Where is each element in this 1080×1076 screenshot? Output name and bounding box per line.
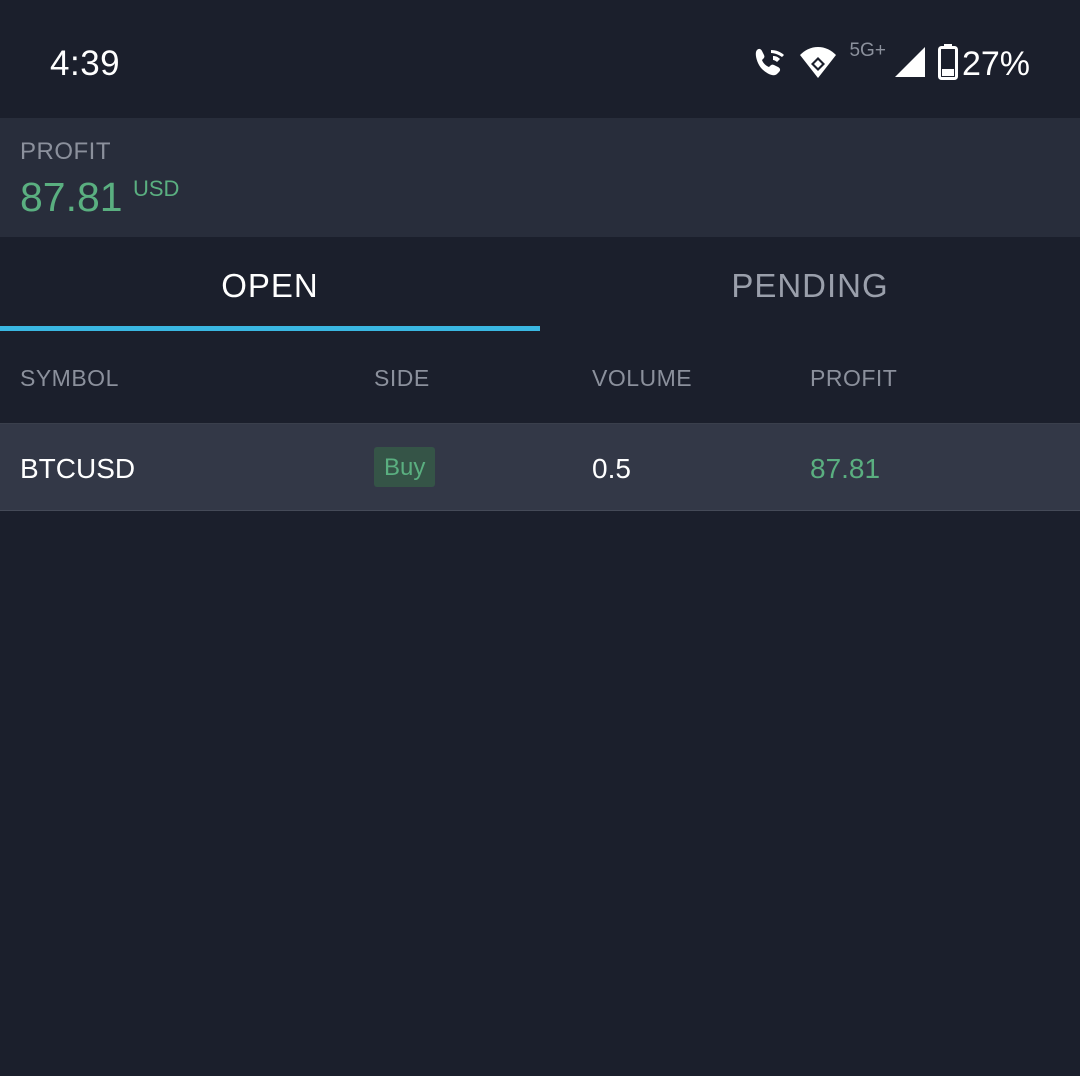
app-screen: 4:39 5G+ 27% PROFIT 87.81 USD OPEN PENDI…: [0, 0, 1080, 1076]
battery-icon: [937, 43, 958, 85]
summary-label: PROFIT: [20, 138, 111, 165]
row-profit: 87.81: [810, 453, 881, 484]
table-header: SYMBOL SIDE VOLUME PROFIT: [0, 333, 1080, 424]
summary-profit-value: 87.81: [20, 174, 123, 220]
battery-percent: 27%: [961, 44, 1030, 83]
cellular-signal-icon: [894, 46, 926, 83]
column-header-symbol: SYMBOL: [20, 365, 119, 391]
status-time: 4:39: [50, 44, 121, 83]
column-header-side: SIDE: [374, 365, 430, 391]
wifi-call-icon: [751, 44, 787, 85]
side-badge: Buy: [374, 447, 436, 487]
position-tabs: OPEN PENDING: [0, 237, 1080, 333]
row-symbol: BTCUSD: [20, 453, 136, 484]
status-icons: 5G+ 27%: [739, 40, 1030, 85]
column-header-volume: VOLUME: [592, 365, 693, 391]
table-row[interactable]: BTCUSD Buy 0.5 87.81: [0, 424, 1080, 511]
profit-summary: PROFIT 87.81 USD: [0, 118, 1080, 237]
column-header-profit: PROFIT: [810, 365, 898, 391]
network-type-label: 5G+: [849, 40, 886, 61]
summary-currency: USD: [133, 176, 180, 201]
tab-pending[interactable]: PENDING: [540, 237, 1080, 333]
tab-open[interactable]: OPEN: [0, 237, 540, 333]
active-tab-indicator: [0, 326, 540, 331]
status-bar: 4:39 5G+ 27%: [0, 0, 1080, 118]
row-volume: 0.5: [592, 453, 631, 484]
wifi-icon: [799, 45, 837, 84]
